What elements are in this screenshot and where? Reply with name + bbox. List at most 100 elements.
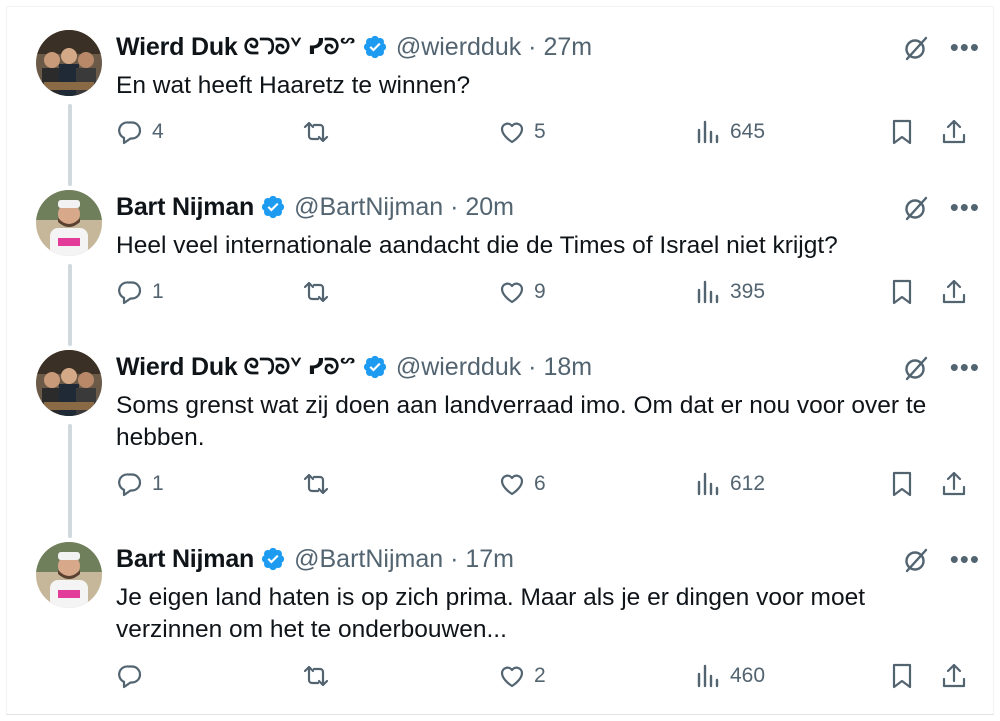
tweet-text: Soms grenst wat zij doen aan landverraad…: [116, 392, 927, 451]
reply-icon: [118, 281, 142, 305]
views-icon: [697, 472, 719, 496]
handle-and-time[interactable]: @wierdduk · 27m: [396, 33, 592, 62]
tweet-text: Je eigen land haten is op zich prima. Ma…: [116, 584, 866, 643]
like-icon: [500, 282, 524, 304]
handle-and-time[interactable]: @wierdduk · 18m: [396, 353, 592, 382]
tweet-header: Bart Nijman @BartNijman · 17m: [116, 544, 514, 574]
bookmark-button[interactable]: [888, 118, 916, 146]
tweet[interactable]: Bart Nijman @BartNijman · 17m ••• Je eig…: [20, 542, 980, 704]
reply-button[interactable]: 1: [116, 470, 164, 498]
repost-icon: [303, 665, 329, 687]
reply-count: 4: [152, 120, 164, 143]
views-button[interactable]: 645: [694, 118, 765, 146]
more-icon[interactable]: •••: [950, 194, 980, 220]
tweet[interactable]: Wierd Duk ᘓᘄᘐᘁ ᓯᘐᔥ @wierdduk · 18m ••• S…: [20, 350, 980, 512]
display-name-glyphs: ᘓᘄᘐᘁ ᓯᘐᔥ: [243, 354, 356, 379]
share-button[interactable]: [940, 470, 968, 498]
avatar[interactable]: [36, 542, 102, 608]
display-name[interactable]: Bart Nijman: [116, 193, 254, 222]
reply-button[interactable]: 1: [116, 278, 164, 306]
tweet-header: Bart Nijman @BartNijman · 20m: [116, 192, 514, 222]
views-count: 645: [730, 120, 766, 143]
views-button[interactable]: 460: [694, 662, 765, 690]
bookmark-button[interactable]: [888, 662, 916, 690]
reply-icon: [118, 121, 142, 145]
display-name[interactable]: Wierd Duk: [116, 353, 238, 382]
views-icon: [697, 664, 719, 688]
divider: [6, 714, 994, 715]
repost-button[interactable]: [302, 118, 338, 146]
tweet-actions: 2 460: [116, 662, 966, 694]
like-button[interactable]: 5: [498, 118, 546, 146]
share-button[interactable]: [940, 118, 968, 146]
share-icon: [942, 663, 966, 688]
like-count: 6: [534, 472, 546, 495]
repost-button[interactable]: [302, 278, 338, 306]
display-name[interactable]: Bart Nijman: [116, 545, 254, 574]
handle-and-time[interactable]: @BartNijman · 17m: [294, 545, 514, 574]
tweet-top-actions: •••: [902, 354, 980, 387]
bookmark-icon: [892, 279, 912, 305]
avatar[interactable]: [36, 350, 102, 416]
handle-and-time[interactable]: @BartNijman · 20m: [294, 193, 514, 222]
like-icon: [500, 666, 524, 688]
verified-badge-icon: [362, 354, 388, 380]
display-name-glyphs: ᘓᘄᘐᘁ ᓯᘐᔥ: [243, 34, 356, 59]
grok-icon[interactable]: [902, 546, 930, 579]
tweet[interactable]: Bart Nijman @BartNijman · 20m ••• Heel v…: [20, 190, 980, 320]
grok-icon[interactable]: [902, 194, 930, 227]
grok-icon[interactable]: [902, 354, 930, 387]
like-count: 5: [534, 120, 546, 143]
display-name[interactable]: Wierd Duk: [116, 33, 238, 62]
views-icon: [697, 120, 719, 144]
more-icon[interactable]: •••: [950, 354, 980, 380]
tweet-top-actions: •••: [902, 546, 980, 579]
tweet-header: Wierd Duk ᘓᘄᘐᘁ ᓯᘐᔥ @wierdduk · 27m: [116, 32, 592, 62]
share-icon: [942, 119, 966, 144]
bookmark-icon: [892, 663, 912, 689]
like-button[interactable]: 2: [498, 662, 546, 690]
views-count: 612: [730, 472, 766, 495]
like-button[interactable]: 9: [498, 278, 546, 306]
share-icon: [942, 471, 966, 496]
like-count: 9: [534, 280, 546, 303]
reply-count: 1: [152, 280, 164, 303]
bookmark-icon: [892, 119, 912, 145]
tweet[interactable]: Wierd Duk ᘓᘄᘐᘁ ᓯᘐᔥ @wierdduk · 27m ••• E…: [20, 30, 980, 160]
views-icon: [697, 280, 719, 304]
more-icon[interactable]: •••: [950, 34, 980, 60]
more-icon[interactable]: •••: [950, 546, 980, 572]
like-count: 2: [534, 664, 546, 687]
bookmark-icon: [892, 471, 912, 497]
views-count: 460: [730, 664, 766, 687]
reply-button[interactable]: 4: [116, 118, 164, 146]
grok-icon[interactable]: [902, 34, 930, 67]
verified-badge-icon: [260, 194, 286, 220]
bookmark-button[interactable]: [888, 470, 916, 498]
tweet-actions: 4 5 645: [116, 118, 966, 150]
repost-icon: [303, 121, 329, 143]
like-icon: [500, 474, 524, 496]
repost-button[interactable]: [302, 470, 338, 498]
verified-badge-icon: [362, 34, 388, 60]
bookmark-button[interactable]: [888, 278, 916, 306]
like-icon: [500, 122, 524, 144]
tweet-actions: 1 9 395: [116, 278, 966, 310]
share-button[interactable]: [940, 662, 968, 690]
share-icon: [942, 279, 966, 304]
reply-icon: [118, 665, 142, 689]
share-button[interactable]: [940, 278, 968, 306]
tweet-top-actions: •••: [902, 34, 980, 67]
tweet-top-actions: •••: [902, 194, 980, 227]
avatar[interactable]: [36, 190, 102, 256]
views-button[interactable]: 395: [694, 278, 765, 306]
repost-icon: [303, 281, 329, 303]
verified-badge-icon: [260, 546, 286, 572]
reply-button[interactable]: [116, 662, 152, 690]
tweet-text: Heel veel internationale aandacht die de…: [116, 232, 838, 259]
repost-button[interactable]: [302, 662, 338, 690]
views-button[interactable]: 612: [694, 470, 765, 498]
repost-icon: [303, 473, 329, 495]
like-button[interactable]: 6: [498, 470, 546, 498]
avatar[interactable]: [36, 30, 102, 96]
